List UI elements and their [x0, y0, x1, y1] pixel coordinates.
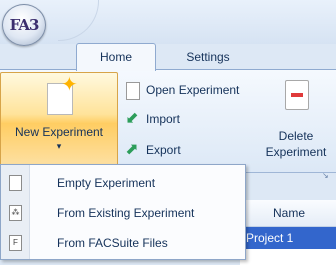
- table-row[interactable]: Project 1: [240, 227, 336, 249]
- delete-label-line1: Delete: [278, 129, 314, 143]
- tab-home[interactable]: Home: [76, 43, 156, 71]
- open-experiment-label: Open Experiment: [146, 83, 240, 97]
- list-empty-area: [240, 249, 336, 265]
- app-menu-orb[interactable]: FA3: [2, 4, 46, 46]
- menu-item-empty-experiment[interactable]: Empty Experiment: [1, 169, 245, 197]
- new-experiment-dropdown-menu: Empty Experiment ⁂ From Existing Experim…: [0, 164, 246, 260]
- app-logo-text: FA3: [9, 16, 40, 34]
- export-button[interactable]: ⬈ Export: [122, 139, 181, 161]
- orb-decoration: [58, 0, 99, 41]
- tab-settings[interactable]: Settings: [168, 44, 248, 70]
- menu-item-label: From FACSuite Files: [57, 236, 168, 250]
- export-label: Export: [146, 143, 181, 157]
- chevron-down-icon: ▾: [56, 141, 62, 151]
- copy-document-icon: ⁂: [9, 205, 22, 221]
- menu-item-label: From Existing Experiment: [57, 206, 195, 220]
- new-experiment-label: New Experiment: [14, 125, 104, 139]
- f-document-icon: F: [9, 235, 22, 251]
- delete-label-line2: Experiment: [265, 145, 327, 159]
- open-document-icon: [126, 82, 140, 100]
- import-button[interactable]: ⬋ Import: [122, 108, 180, 130]
- delete-experiment-label: Delete Experiment: [256, 128, 336, 160]
- new-experiment-button[interactable]: ✦ New Experiment ▾: [0, 72, 118, 166]
- sparkle-icon: ✦: [61, 74, 78, 96]
- title-bar: [0, 0, 336, 44]
- blank-document-icon: [9, 175, 22, 191]
- dialog-launcher-icon[interactable]: ↘: [322, 171, 329, 180]
- menu-item-from-existing-experiment[interactable]: ⁂ From Existing Experiment: [1, 199, 245, 227]
- column-header-name[interactable]: Name: [240, 200, 336, 227]
- delete-experiment-button[interactable]: Delete Experiment: [256, 76, 336, 166]
- import-label: Import: [146, 112, 181, 126]
- open-experiment-button[interactable]: Open Experiment: [122, 79, 239, 101]
- export-arrow-icon: ⬈: [125, 141, 139, 158]
- delete-document-icon: [285, 80, 309, 110]
- menu-item-from-facsuite-files[interactable]: F From FACSuite Files: [1, 229, 245, 257]
- import-arrow-icon: ⬋: [125, 110, 139, 127]
- menu-item-label: Empty Experiment: [57, 176, 156, 190]
